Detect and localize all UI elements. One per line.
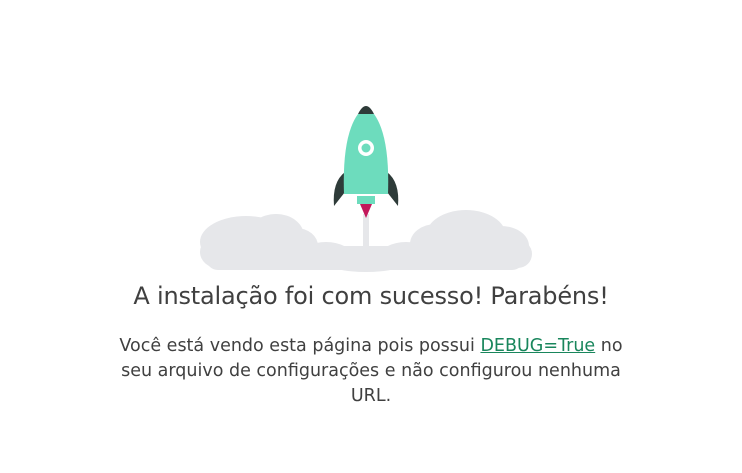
status-message: Você está vendo esta página pois possui …	[108, 334, 634, 409]
debug-setting-link[interactable]: DEBUG=True	[480, 336, 595, 356]
rocket-launch-icon	[200, 106, 532, 272]
install-success-page: A instalação foi com sucesso! Parabéns! …	[0, 0, 742, 473]
rocket-fin-left	[333, 172, 345, 206]
rocket-fin-right	[387, 172, 399, 206]
rocket-nose	[358, 106, 374, 114]
flame-icon	[360, 204, 372, 218]
exhaust-trail	[363, 214, 369, 266]
message-text-before: Você está vendo esta página pois possui	[119, 336, 481, 356]
page-title: A instalação foi com sucesso! Parabéns!	[133, 282, 609, 310]
